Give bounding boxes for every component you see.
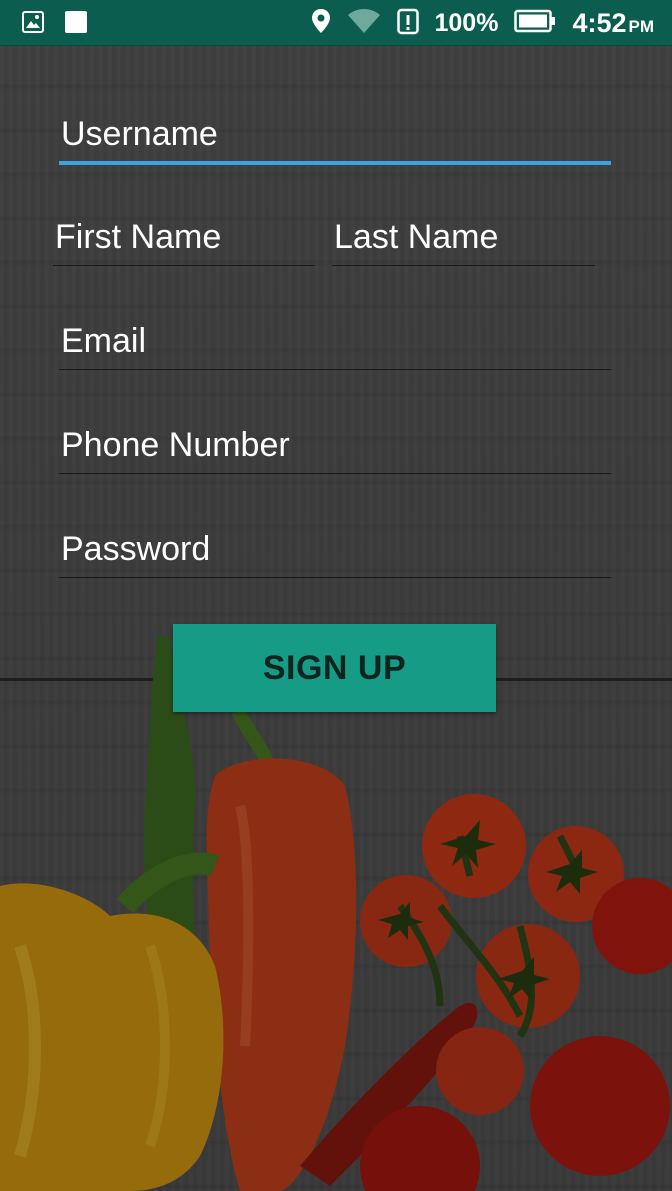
- location-icon: [311, 8, 331, 39]
- email-underline: [59, 369, 611, 370]
- email-field[interactable]: Email: [59, 321, 611, 370]
- square-notification-icon: [64, 10, 88, 39]
- last-name-field[interactable]: Last Name: [332, 217, 595, 266]
- password-placeholder: Password: [61, 530, 211, 568]
- first-name-underline: [53, 265, 315, 266]
- username-field[interactable]: Username: [59, 114, 611, 165]
- email-placeholder: Email: [61, 322, 147, 360]
- first-name-field[interactable]: First Name: [53, 217, 315, 266]
- battery-percent: 100%: [434, 8, 499, 37]
- password-field[interactable]: Password: [59, 529, 611, 578]
- last-name-underline: [332, 265, 595, 266]
- battery-icon: [514, 9, 556, 38]
- wifi-icon: [347, 8, 381, 39]
- clock-ampm: PM: [628, 16, 655, 36]
- first-name-placeholder: First Name: [55, 218, 222, 256]
- status-bar: 100% 4:52 PM: [0, 0, 672, 46]
- phone-number-field[interactable]: Phone Number: [59, 425, 611, 474]
- last-name-placeholder: Last Name: [334, 218, 499, 256]
- image-notification-icon: [22, 11, 44, 38]
- phone-number-placeholder: Phone Number: [61, 426, 290, 464]
- username-placeholder: Username: [61, 115, 218, 153]
- sign-up-button[interactable]: SIGN UP: [173, 624, 496, 712]
- username-underline: [59, 161, 611, 165]
- phone-number-underline: [59, 473, 611, 474]
- clock-time: 4:52: [572, 7, 627, 38]
- clock: 4:52 PM: [572, 8, 654, 39]
- alert-icon: [396, 7, 419, 40]
- password-underline: [59, 577, 611, 578]
